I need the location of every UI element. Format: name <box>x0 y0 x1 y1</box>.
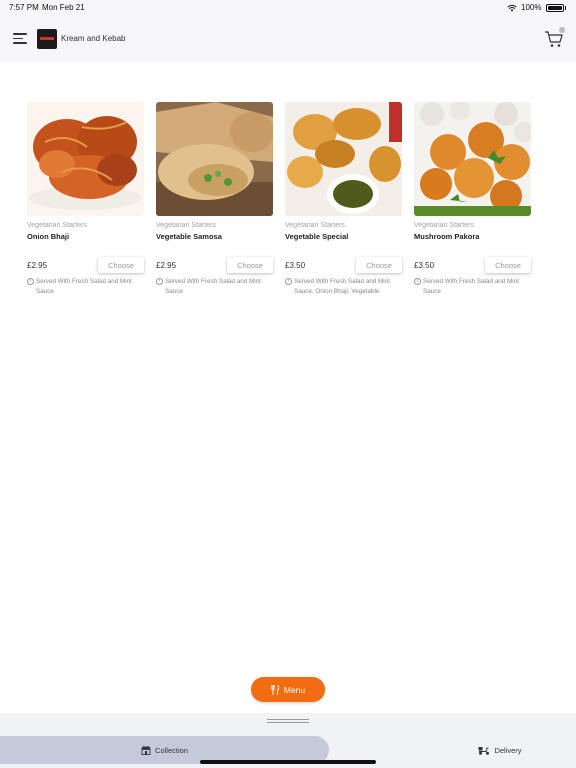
price-row: £2.95 Choose <box>27 257 144 273</box>
product-category: Vegetarian Starters <box>156 222 216 229</box>
choose-button[interactable]: Choose <box>227 257 273 273</box>
battery-icon <box>545 3 564 12</box>
battery-nub <box>564 5 566 10</box>
description-text: Served With Fresh Salad and Mint Sauce <box>165 278 261 295</box>
status-right: 100% <box>507 3 566 12</box>
product-price: £2.95 <box>27 260 48 270</box>
product-card[interactable]: Vegetarian Starters Vegetable Special £3… <box>285 102 402 296</box>
description-text: Served With Fresh Salad and Mint Sauce <box>36 278 132 295</box>
info-icon: i <box>414 278 421 285</box>
cart-badge <box>559 27 565 33</box>
price-row: £3.50 Choose <box>414 257 531 273</box>
product-name: Onion Bhaji <box>27 232 70 241</box>
choose-button[interactable]: Choose <box>485 257 531 273</box>
menu-button[interactable]: Menu <box>251 677 325 702</box>
choose-button[interactable]: Choose <box>98 257 144 273</box>
product-card[interactable]: Vegetarian Starters Vegetable Samosa £2.… <box>156 102 273 296</box>
product-description: i Served With Fresh Salad and Mint Sauce <box>27 277 144 296</box>
battery-percent: 100% <box>521 3 542 12</box>
product-card[interactable]: Vegetarian Starters Mushroom Pakora £3.5… <box>414 102 531 296</box>
scooter-icon <box>478 746 490 755</box>
tab-delivery-label: Delivery <box>494 745 522 755</box>
hamburger-icon[interactable] <box>13 33 27 45</box>
product-category: Vegetarian Starters <box>414 222 474 229</box>
price-row: £2.95 Choose <box>156 257 273 273</box>
restaurant-name: Kream and Kebab <box>61 34 126 43</box>
status-time: 7:57 PM <box>9 3 39 12</box>
product-image-mushroom-pakora <box>414 102 531 216</box>
product-description: i Served With Fresh Salad and Mint Sauce <box>156 277 273 296</box>
status-bar: 7:57 PM Mon Feb 21 100% <box>0 0 576 16</box>
app-header: Kream and Kebab <box>0 16 576 62</box>
shop-icon <box>141 746 151 755</box>
product-category: Vegetarian Starters <box>285 222 345 229</box>
tab-collection-label: Collection <box>155 745 188 755</box>
product-name: Mushroom Pakora <box>414 232 480 241</box>
description-text: Served With Fresh Salad and Mint Sauce. … <box>294 278 390 295</box>
choose-button[interactable]: Choose <box>356 257 402 273</box>
drag-handle[interactable] <box>267 719 309 725</box>
product-image-onion-bhaji <box>27 102 144 216</box>
product-name: Vegetable Special <box>285 232 349 241</box>
info-icon: i <box>285 278 292 285</box>
product-description: i Served With Fresh Salad and Mint Sauce… <box>285 277 402 296</box>
status-date: Mon Feb 21 <box>42 3 85 12</box>
product-image-vegetable-samosa <box>156 102 273 216</box>
product-category: Vegetarian Starters <box>27 222 87 229</box>
restaurant-logo <box>37 29 57 49</box>
product-grid: Vegetarian Starters Onion Bhaji £2.95 Ch… <box>27 102 531 296</box>
fork-knife-icon <box>271 684 279 695</box>
product-image-vegetable-special <box>285 102 402 216</box>
home-indicator <box>200 760 376 764</box>
product-price: £3.50 <box>414 260 435 270</box>
info-icon: i <box>156 278 163 285</box>
product-card[interactable]: Vegetarian Starters Onion Bhaji £2.95 Ch… <box>27 102 144 296</box>
info-icon: i <box>27 278 34 285</box>
tab-delivery[interactable]: Delivery <box>440 736 560 764</box>
product-description: i Served With Fresh Salad and Mint Sauce <box>414 277 531 296</box>
description-text: Served With Fresh Salad and Mint Sauce <box>423 278 519 295</box>
product-price: £2.95 <box>156 260 177 270</box>
menu-button-label: Menu <box>283 684 306 695</box>
price-row: £3.50 Choose <box>285 257 402 273</box>
wifi-icon <box>507 4 517 11</box>
product-price: £3.50 <box>285 260 306 270</box>
product-name: Vegetable Samosa <box>156 232 222 241</box>
